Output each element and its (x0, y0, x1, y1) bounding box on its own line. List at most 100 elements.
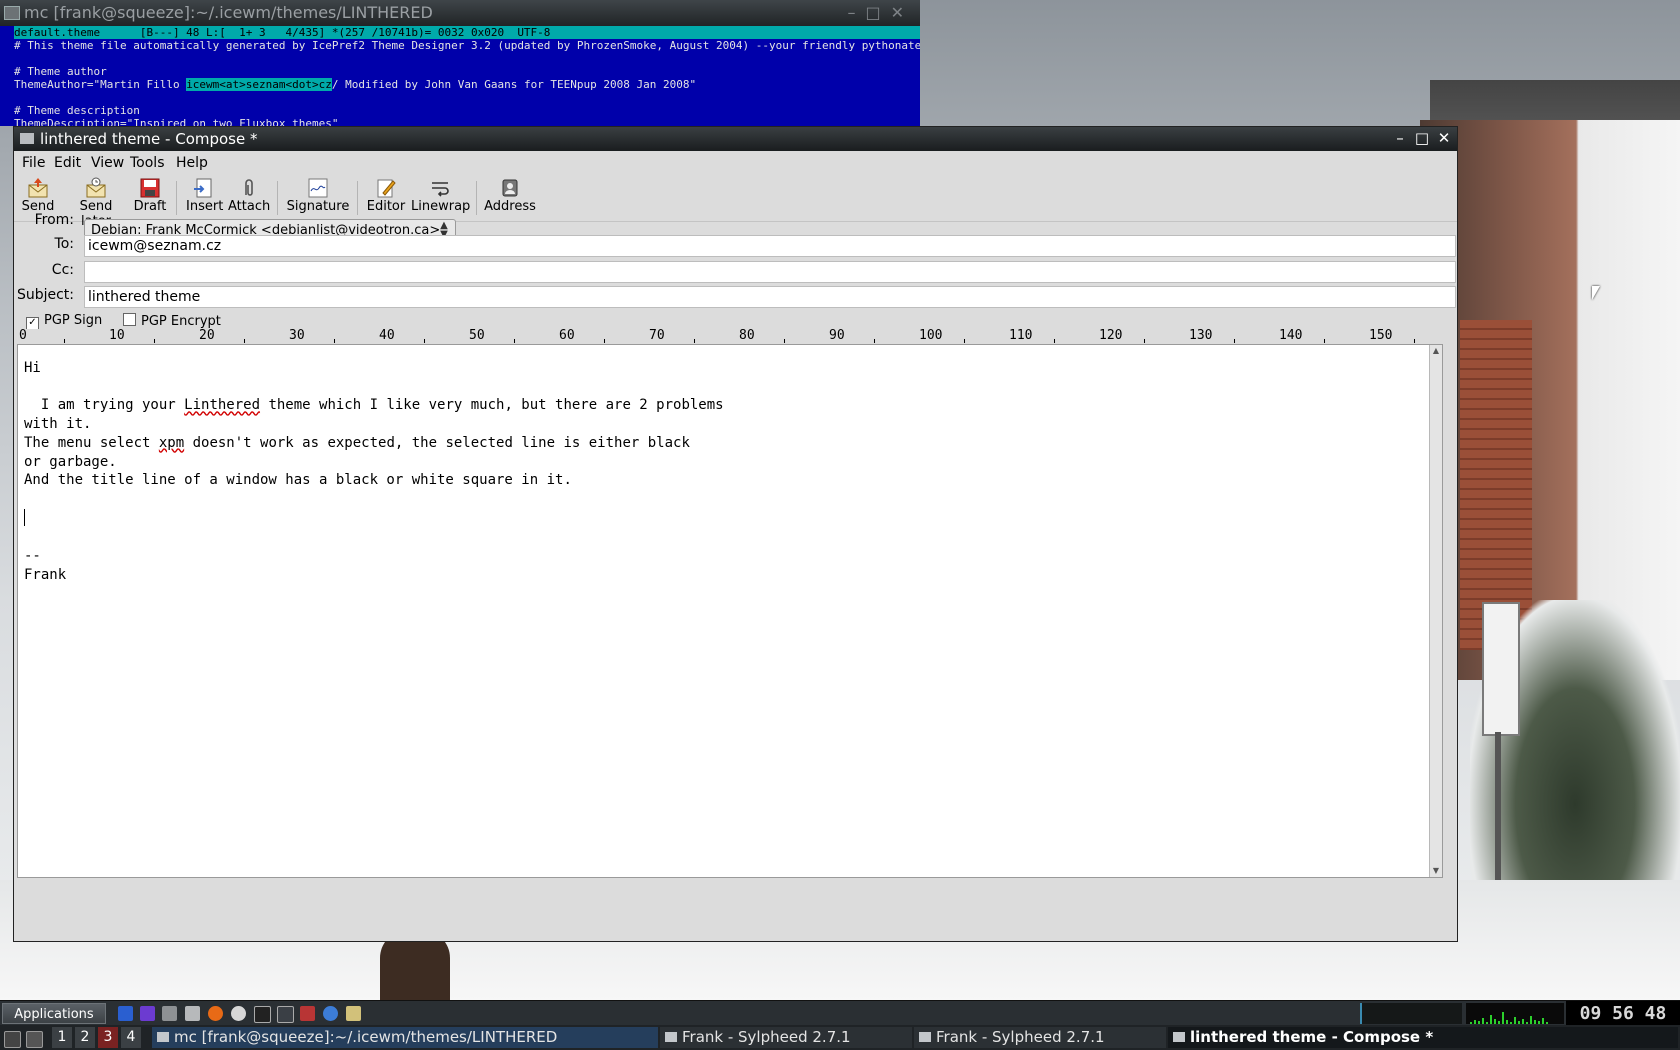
terminal-line: ThemeDescription="Inspired on two Fluxbo… (14, 117, 339, 126)
message-body-editor[interactable]: Hi I am trying your Linthered theme whic… (17, 344, 1443, 878)
workspace-1-button[interactable]: 1 (52, 1027, 72, 1048)
mouse-pointer-icon (1592, 286, 1600, 300)
ruler-tick-label: 30 (289, 329, 305, 343)
network-activity-bar (1474, 1020, 1476, 1024)
toolbar-separator (476, 181, 477, 215)
scroll-down-arrow-icon[interactable]: ▼ (1431, 866, 1441, 876)
desktop-launcher-icon[interactable] (118, 1006, 133, 1021)
terminal-window-buttons[interactable]: –□✕ (847, 0, 914, 26)
network-activity-bar (1478, 1021, 1480, 1024)
applications-menu-button[interactable]: Applications (2, 1003, 106, 1024)
compose-window[interactable]: linthered theme - Compose * – □ ✕ File E… (13, 126, 1458, 942)
pgp-sign-checkbox[interactable]: ✓ PGP Sign (26, 313, 102, 330)
scroll-up-arrow-icon[interactable]: ▲ (1431, 346, 1441, 356)
editor-launcher-icon[interactable] (346, 1006, 361, 1021)
workspace-launcher-icon[interactable] (140, 1006, 155, 1021)
network-activity-bar (1518, 1021, 1520, 1024)
network-launcher-icon[interactable] (323, 1006, 338, 1021)
cc-label: Cc: (51, 262, 74, 278)
message-body-text[interactable]: Hi I am trying your Linthered theme whic… (24, 359, 724, 584)
close-button[interactable]: ✕ (1435, 129, 1453, 147)
body-line: theme which I like very much, but there … (260, 397, 724, 414)
network-activity-bar (1486, 1022, 1488, 1024)
terminal-icon (4, 6, 20, 20)
firefox-icon[interactable] (208, 1006, 223, 1021)
compose-titlebar[interactable]: linthered theme - Compose * – □ ✕ (14, 127, 1457, 151)
task-button-sylpheed-2[interactable]: Frank - Sylpheed 2.7.1 (914, 1027, 1166, 1048)
files-launcher-icon[interactable] (185, 1006, 200, 1021)
settings-launcher-icon[interactable] (162, 1006, 177, 1021)
taskbar-bottom-row: 1 2 3 4 mc [frank@squeeze]:~/.icewm/them… (0, 1025, 1680, 1050)
network-activity-bar (1538, 1021, 1540, 1024)
cpu-monitor (1360, 1003, 1462, 1024)
ruler-tick-label: 150 (1369, 329, 1393, 343)
attach-label: Attach (228, 199, 271, 214)
app-launcher-icon[interactable] (300, 1006, 315, 1021)
terminal-title: mc [frank@squeeze]:~/.icewm/themes/LINTH… (24, 3, 433, 22)
terminal-window[interactable]: mc [frank@squeeze]:~/.icewm/themes/LINTH… (0, 0, 920, 126)
workspace-4-button[interactable]: 4 (121, 1027, 141, 1048)
ruler-tick-label: 110 (1009, 329, 1033, 343)
text-cursor (24, 508, 25, 526)
address-button[interactable]: Address (484, 177, 536, 219)
menu-edit[interactable]: Edit (54, 155, 81, 171)
attach-button[interactable]: Attach (228, 177, 270, 219)
ruler-minor-tick (694, 339, 695, 343)
signature-button[interactable]: Signature (286, 177, 350, 219)
network-activity-bar (1470, 1022, 1472, 1024)
network-activity-bar (1498, 1021, 1500, 1024)
clock[interactable]: 09 56 48 (1566, 1001, 1680, 1026)
ruler-minor-tick (1144, 339, 1145, 343)
to-field[interactable]: icewm@seznam.cz (84, 235, 1456, 257)
maximize-button[interactable]: □ (1413, 129, 1431, 147)
ruler-tick-label: 130 (1189, 329, 1213, 343)
monitor-launcher-icon[interactable] (277, 1006, 294, 1023)
draft-button[interactable]: Draft (133, 177, 167, 219)
menu-view[interactable]: View (91, 155, 124, 171)
ruler-minor-tick (514, 339, 515, 343)
network-activity-bar (1502, 1012, 1504, 1024)
minimize-button[interactable]: – (1391, 129, 1409, 147)
linewrap-button[interactable]: Linewrap (411, 177, 471, 219)
insert-button[interactable]: Insert (186, 177, 224, 219)
workspace-2-button[interactable]: 2 (75, 1027, 95, 1048)
cc-field[interactable] (84, 261, 1456, 283)
insert-label: Insert (186, 199, 224, 214)
toolbar-separator (277, 181, 278, 215)
task-button-sylpheed-1[interactable]: Frank - Sylpheed 2.7.1 (660, 1027, 912, 1048)
mail-task-icon (1173, 1032, 1185, 1042)
terminal-editor-content[interactable]: default.theme [B---] 48 L:[ 1+ 3 4/435] … (14, 26, 920, 126)
body-scrollbar[interactable]: ▲ ▼ (1429, 345, 1442, 877)
ruler-tick-label: 10 (109, 329, 125, 343)
ruler-minor-tick (334, 339, 335, 343)
misspelled-word[interactable]: xpm (159, 435, 184, 451)
terminal-titlebar[interactable]: mc [frank@squeeze]:~/.icewm/themes/LINTH… (0, 0, 920, 26)
signature-icon (308, 178, 328, 198)
workspace-3-button[interactable]: 3 (98, 1027, 118, 1048)
terminal-scrollbar[interactable] (0, 26, 13, 126)
menu-tools[interactable]: Tools (130, 155, 165, 171)
show-desktop-icon[interactable] (4, 1031, 21, 1048)
mail-client-icon[interactable] (231, 1006, 246, 1021)
menu-file[interactable]: File (22, 155, 45, 171)
linewrap-label: Linewrap (411, 199, 471, 214)
editor-button[interactable]: Editor (366, 177, 406, 219)
mail-task-icon (665, 1032, 677, 1042)
wallpaper-sign (1482, 602, 1520, 736)
subject-field[interactable]: linthered theme (84, 286, 1456, 308)
address-book-icon (502, 179, 518, 197)
terminal-launcher-icon[interactable] (254, 1006, 271, 1023)
menu-help[interactable]: Help (176, 155, 208, 171)
ruler-tick-label: 80 (739, 329, 755, 343)
ruler-minor-tick (1054, 339, 1055, 343)
task-button-compose[interactable]: linthered theme - Compose * (1168, 1027, 1678, 1048)
signature-label: Signature (286, 199, 350, 214)
misspelled-word[interactable]: Linthered (184, 397, 260, 413)
network-monitor (1466, 1003, 1564, 1024)
pgp-encrypt-checkbox[interactable]: PGP Encrypt (123, 313, 221, 329)
draft-label: Draft (133, 199, 167, 214)
mail-task-icon (919, 1032, 931, 1042)
ruler-minor-tick (1324, 339, 1325, 343)
task-button-mc[interactable]: mc [frank@squeeze]:~/.icewm/themes/LINTH… (152, 1027, 658, 1048)
window-list-icon[interactable] (26, 1031, 43, 1048)
